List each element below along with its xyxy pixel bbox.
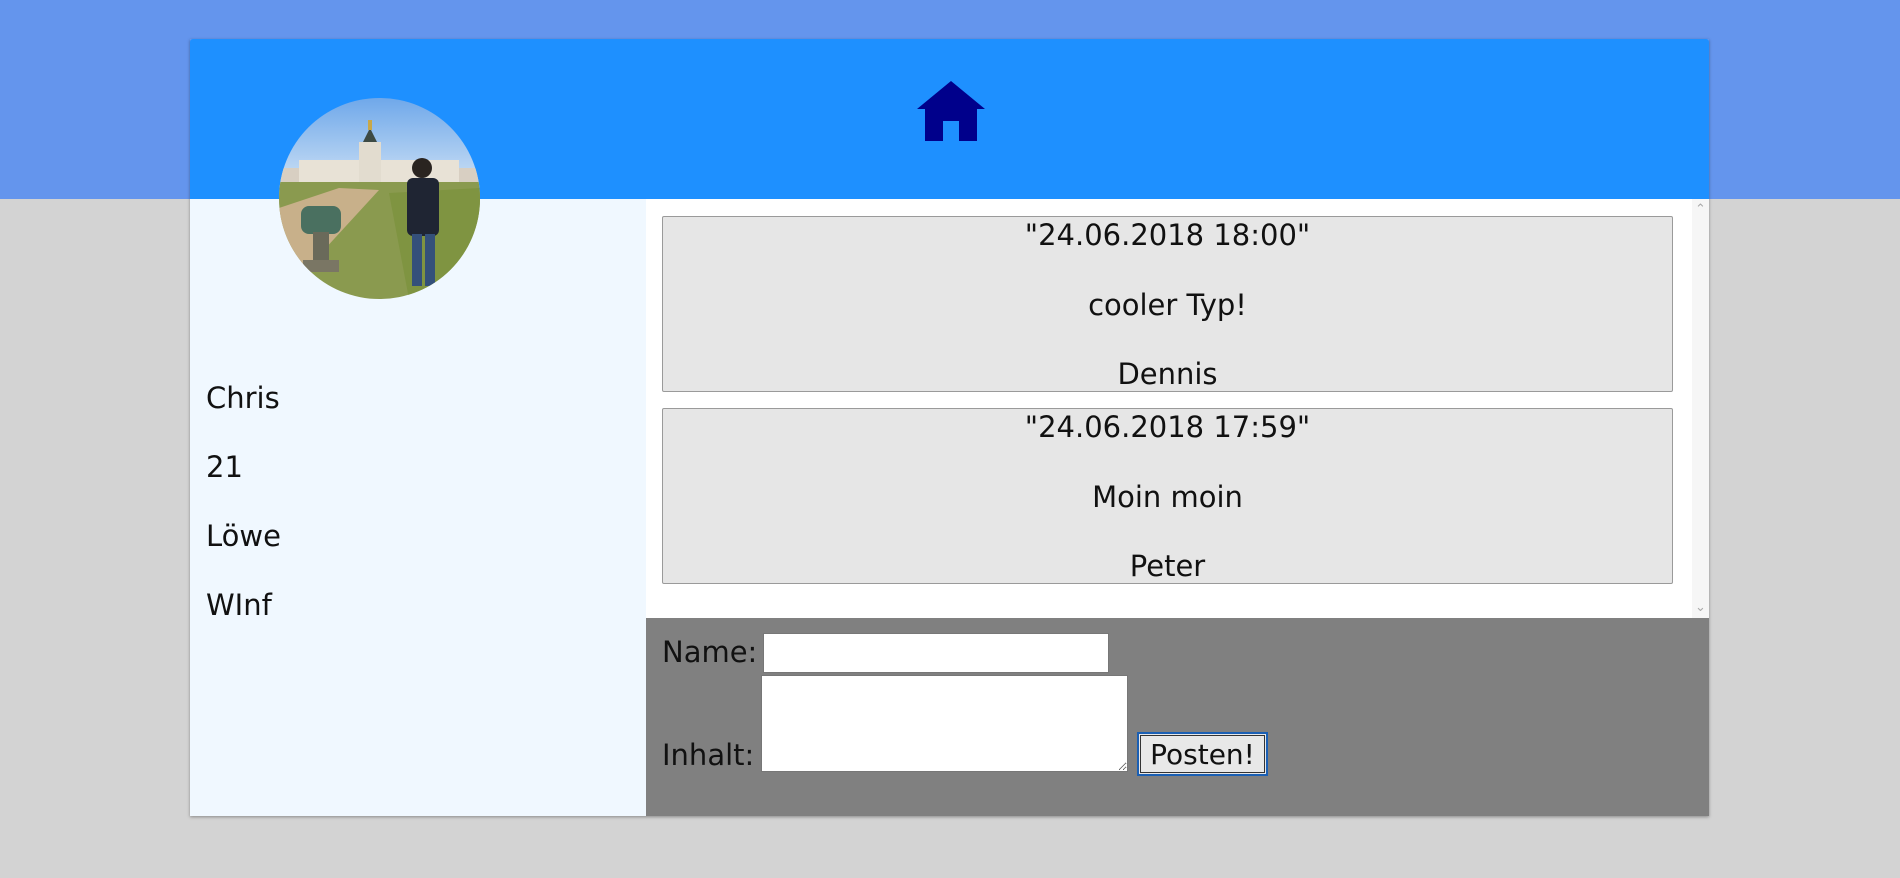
profile-photo-icon bbox=[279, 98, 480, 299]
post-button[interactable]: Posten! bbox=[1137, 732, 1268, 776]
scroll-up-icon[interactable]: ⌃ bbox=[1692, 201, 1709, 218]
post-content: Moin moin bbox=[1092, 480, 1243, 514]
post-timestamp: "24.06.2018 18:00" bbox=[1024, 218, 1311, 252]
profile-sidebar: Chris 21 Löwe WInf bbox=[190, 199, 646, 816]
post-item: "24.06.2018 17:59" Moin moin Peter bbox=[662, 408, 1673, 584]
post-author: Dennis bbox=[1117, 357, 1218, 391]
content-label: Inhalt: bbox=[662, 738, 755, 772]
name-label: Name: bbox=[662, 635, 758, 669]
post-list-scrollbar[interactable]: ⌃ ⌄ bbox=[1692, 199, 1709, 618]
post-author: Peter bbox=[1129, 549, 1206, 583]
post-list[interactable]: "24.06.2018 18:00" cooler Typ! Dennis "2… bbox=[646, 199, 1709, 618]
post-item: "24.06.2018 18:00" cooler Typ! Dennis bbox=[662, 216, 1673, 392]
name-input[interactable] bbox=[763, 633, 1109, 673]
post-timestamp: "24.06.2018 17:59" bbox=[1024, 410, 1311, 444]
avatar bbox=[279, 98, 480, 299]
home-icon[interactable] bbox=[917, 81, 985, 141]
profile-card: Chris 21 Löwe WInf "24.06.2018 18:00" co… bbox=[190, 39, 1709, 816]
profile-age: 21 bbox=[206, 450, 243, 484]
post-form: Name: Inhalt: Posten! bbox=[646, 618, 1709, 816]
scroll-down-icon[interactable]: ⌄ bbox=[1692, 599, 1709, 616]
content-textarea[interactable] bbox=[761, 675, 1128, 772]
profile-name: Chris bbox=[206, 381, 280, 415]
profile-major: WInf bbox=[206, 588, 272, 622]
post-content: cooler Typ! bbox=[1088, 288, 1247, 322]
profile-zodiac: Löwe bbox=[206, 519, 281, 553]
